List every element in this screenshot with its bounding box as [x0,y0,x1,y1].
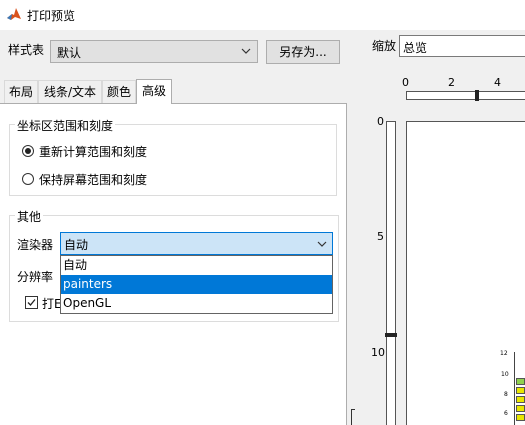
ruler-h-tick: 4 [494,76,501,89]
chevron-down-icon [317,241,327,247]
renderer-option-auto[interactable]: 自动 [61,256,332,275]
renderer-option-opengl[interactable]: OpenGL [61,294,332,313]
tab-lines-text[interactable]: 线条/文本 [38,80,102,104]
mini-chart-bar [516,396,525,403]
recompute-limits-label[interactable]: 重新计算范围和刻度 [39,143,147,160]
stylesheet-value: 默认 [57,46,82,60]
horizontal-ruler-handle[interactable] [475,90,479,101]
zoom-value: 总览 [403,41,428,55]
mini-chart-bar [516,405,525,412]
mini-chart-bar [516,387,525,394]
other-group-title: 其他 [15,208,44,225]
renderer-value: 自动 [64,238,89,252]
tab-color[interactable]: 颜色 [102,80,136,104]
keep-screen-limits-label[interactable]: 保持屏幕范围和刻度 [39,171,147,188]
mini-chart-axis [514,352,515,425]
mini-chart-tick: 6 [504,410,508,417]
page-corner-mark [351,409,355,425]
print-checkbox-label[interactable]: 打E [42,295,62,312]
axes-group-title: 坐标区范围和刻度 [15,117,116,134]
save-as-button[interactable]: 另存为... [266,40,340,64]
ruler-v-tick: 10 [371,346,385,359]
title-bar [0,0,525,30]
zoom-label: 缩放 [372,39,397,53]
mini-chart-tick: 8 [504,391,508,398]
window-title: 打印预览 [27,9,76,23]
vertical-ruler[interactable] [386,121,396,425]
horizontal-ruler[interactable] [406,91,525,100]
vertical-ruler-handle[interactable] [385,333,397,337]
stylesheet-select[interactable]: 默认 [50,40,258,63]
recompute-limits-radio[interactable] [22,145,34,157]
ruler-h-tick: 0 [402,76,409,89]
page-preview [406,121,525,425]
ruler-v-tick: 0 [377,115,384,128]
print-checkbox[interactable] [25,296,38,309]
mini-chart-bar [516,414,525,421]
checkmark-icon [27,299,36,306]
mini-chart-tick: 10 [501,371,509,378]
renderer-option-painters[interactable]: painters [61,275,332,294]
renderer-dropdown-list: 自动 painters OpenGL [60,255,333,314]
zoom-select[interactable]: 总览 [399,35,525,57]
ruler-v-tick: 5 [377,230,384,243]
renderer-label: 渲染器 [17,238,54,252]
mini-chart-bar [516,378,525,385]
keep-screen-limits-radio[interactable] [22,173,34,185]
stylesheet-label: 样式表 [8,43,45,57]
tab-layout[interactable]: 布局 [4,80,38,104]
chevron-down-icon [241,48,251,54]
matlab-logo-icon [7,8,21,20]
tab-advanced[interactable]: 高级 [136,79,172,104]
ruler-h-tick: 2 [448,76,455,89]
resolution-label: 分辨率 [17,270,54,284]
renderer-select[interactable]: 自动 [60,232,333,255]
mini-chart-tick: 12 [500,350,508,357]
